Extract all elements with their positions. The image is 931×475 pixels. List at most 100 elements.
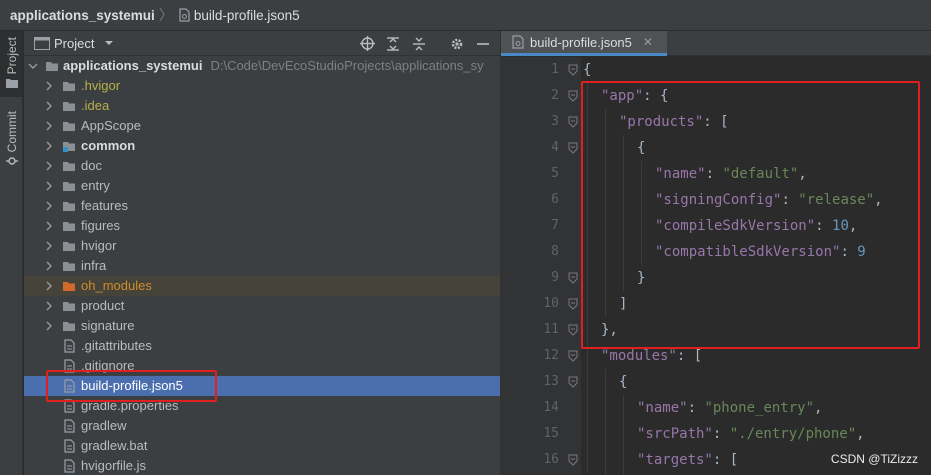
breadcrumb: applications_systemui 〉 build-profile.js… [0,0,931,31]
tree-item-label: entry [81,178,110,193]
chevron-right-icon[interactable] [44,141,54,151]
gear-icon[interactable] [444,31,470,56]
json-file-icon [512,35,524,49]
chevron-right-icon[interactable] [44,81,54,91]
fold-marker-icon[interactable] [568,324,578,336]
chevron-right-icon[interactable] [44,281,54,291]
tree-root-path: D:\Code\DevEcoStudioProjects\application… [210,58,484,73]
line-number: 2 [551,88,559,103]
tree-item[interactable]: oh_modules [24,276,500,296]
tree-item[interactable]: doc [24,156,500,176]
editor-tabbar: build-profile.json5 ✕ [501,31,931,56]
tree-item-label: .gitattributes [81,338,152,353]
project-panel-title[interactable]: Project [54,36,94,51]
folder-icon [63,302,75,311]
project-panel: Project applications_systemui D:\Code\De… [24,31,500,475]
folder-icon [63,122,75,131]
tab-build-profile[interactable]: build-profile.json5 ✕ [501,31,667,56]
chevron-down-icon[interactable] [104,39,114,47]
tree-root-row[interactable]: applications_systemui D:\Code\DevEcoStudi… [24,56,500,76]
line-number: 4 [551,140,559,155]
project-view-icon [34,36,50,50]
tree-item[interactable]: signature [24,316,500,336]
tree-item[interactable]: features [24,196,500,216]
line-number: 5 [551,166,559,181]
commit-tool-label: Commit [4,111,19,153]
tree-item[interactable]: AppScope [24,116,500,136]
tree-item[interactable]: hvigor [24,236,500,256]
tree-item[interactable]: figures [24,216,500,236]
tree-item-label: gradlew [81,418,127,433]
breadcrumb-separator-icon: 〉 [158,7,173,23]
line-gutter: 1 2 3 4 5 6 7 8 9 10 11 12 13 14 15 16 [501,57,581,475]
tree-item[interactable]: gradlew [24,416,500,436]
line-number: 7 [551,218,559,233]
code-line-15: "srcPath": "./entry/phone", [637,426,865,442]
tree-item-label: infra [81,258,107,273]
fold-marker-icon[interactable] [568,272,578,284]
fold-marker-icon[interactable] [568,454,578,466]
project-panel-header: Project [24,31,500,56]
chevron-right-icon[interactable] [44,241,54,251]
tree-item-label: .idea [81,98,110,113]
tree-item[interactable]: .hvigor [24,76,500,96]
fold-marker-icon[interactable] [568,64,578,76]
indent-guide [623,395,624,475]
chevron-right-icon[interactable] [44,321,54,331]
chevron-right-icon[interactable] [44,161,54,171]
fold-marker-icon[interactable] [568,142,578,154]
tree-item-label: features [81,198,128,213]
folder-icon [63,202,75,211]
tree-item[interactable]: common [24,136,500,156]
project-tool-button[interactable]: Project [0,31,23,97]
tree-item-label: figures [81,218,121,233]
line-number: 15 [543,426,559,441]
indent-guide [605,369,606,475]
annotation-highlight-box [581,81,920,349]
tree-item[interactable]: product [24,296,500,316]
chevron-right-icon[interactable] [44,121,54,131]
fold-marker-icon[interactable] [568,116,578,128]
tree-item[interactable]: gradlew.bat [24,436,500,456]
tree-item-label: product [81,298,125,313]
locate-icon[interactable] [354,31,380,56]
file-icon [64,459,75,473]
line-number: 6 [551,192,559,207]
folder-icon [5,79,18,89]
folder-icon [63,322,75,331]
chevron-right-icon[interactable] [44,101,54,111]
file-icon [64,339,75,353]
chevron-right-icon[interactable] [44,181,54,191]
tree-item[interactable]: .idea [24,96,500,116]
close-icon[interactable]: ✕ [643,35,653,49]
chevron-right-icon[interactable] [44,221,54,231]
project-tool-label: Project [4,37,19,75]
tree-item[interactable]: .gitattributes [24,336,500,356]
tree-root-label: applications_systemui [63,58,203,73]
chevron-right-icon[interactable] [44,301,54,311]
commit-tool-button[interactable]: Commit [0,111,23,173]
tree-item[interactable]: hvigorfile.js [24,456,500,475]
commit-icon [5,157,18,166]
tree-item[interactable]: infra [24,256,500,276]
collapse-all-icon[interactable] [406,31,432,56]
line-number: 3 [551,114,559,129]
breadcrumb-root[interactable]: applications_systemui [10,8,155,23]
fold-marker-icon[interactable] [568,376,578,388]
fold-marker-icon[interactable] [568,298,578,310]
chevron-right-icon[interactable] [44,261,54,271]
folder-icon [63,182,75,191]
tree-item-label: .hvigor [81,78,121,93]
fold-marker-icon[interactable] [568,90,578,102]
tool-window-strip: Project Commit [0,31,23,475]
fold-marker-icon[interactable] [568,350,578,362]
breadcrumb-file[interactable]: build-profile.json5 [194,8,300,23]
tree-item[interactable]: entry [24,176,500,196]
chevron-down-icon[interactable] [28,61,38,71]
minimize-icon[interactable] [470,31,496,56]
file-icon [64,419,75,433]
chevron-right-icon[interactable] [44,201,54,211]
code-line-13: { [619,374,628,390]
folder-icon [63,82,75,91]
expand-all-icon[interactable] [380,31,406,56]
